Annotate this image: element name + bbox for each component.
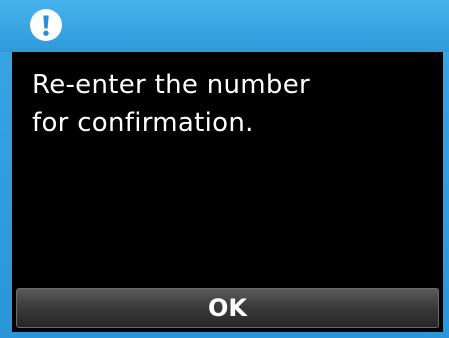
dialog-message: Re-enter the number for confirmation. bbox=[32, 70, 311, 138]
ok-button-label: OK bbox=[208, 294, 247, 322]
dialog-title-bar bbox=[0, 0, 449, 52]
button-bar: OK bbox=[12, 286, 443, 332]
ok-button[interactable]: OK bbox=[16, 288, 439, 328]
exclamation-circle-icon bbox=[30, 9, 62, 41]
message-panel: Re-enter the number for confirmation. bbox=[12, 52, 443, 286]
printer-lcd-screen: Re-enter the number for confirmation. OK bbox=[0, 0, 449, 338]
